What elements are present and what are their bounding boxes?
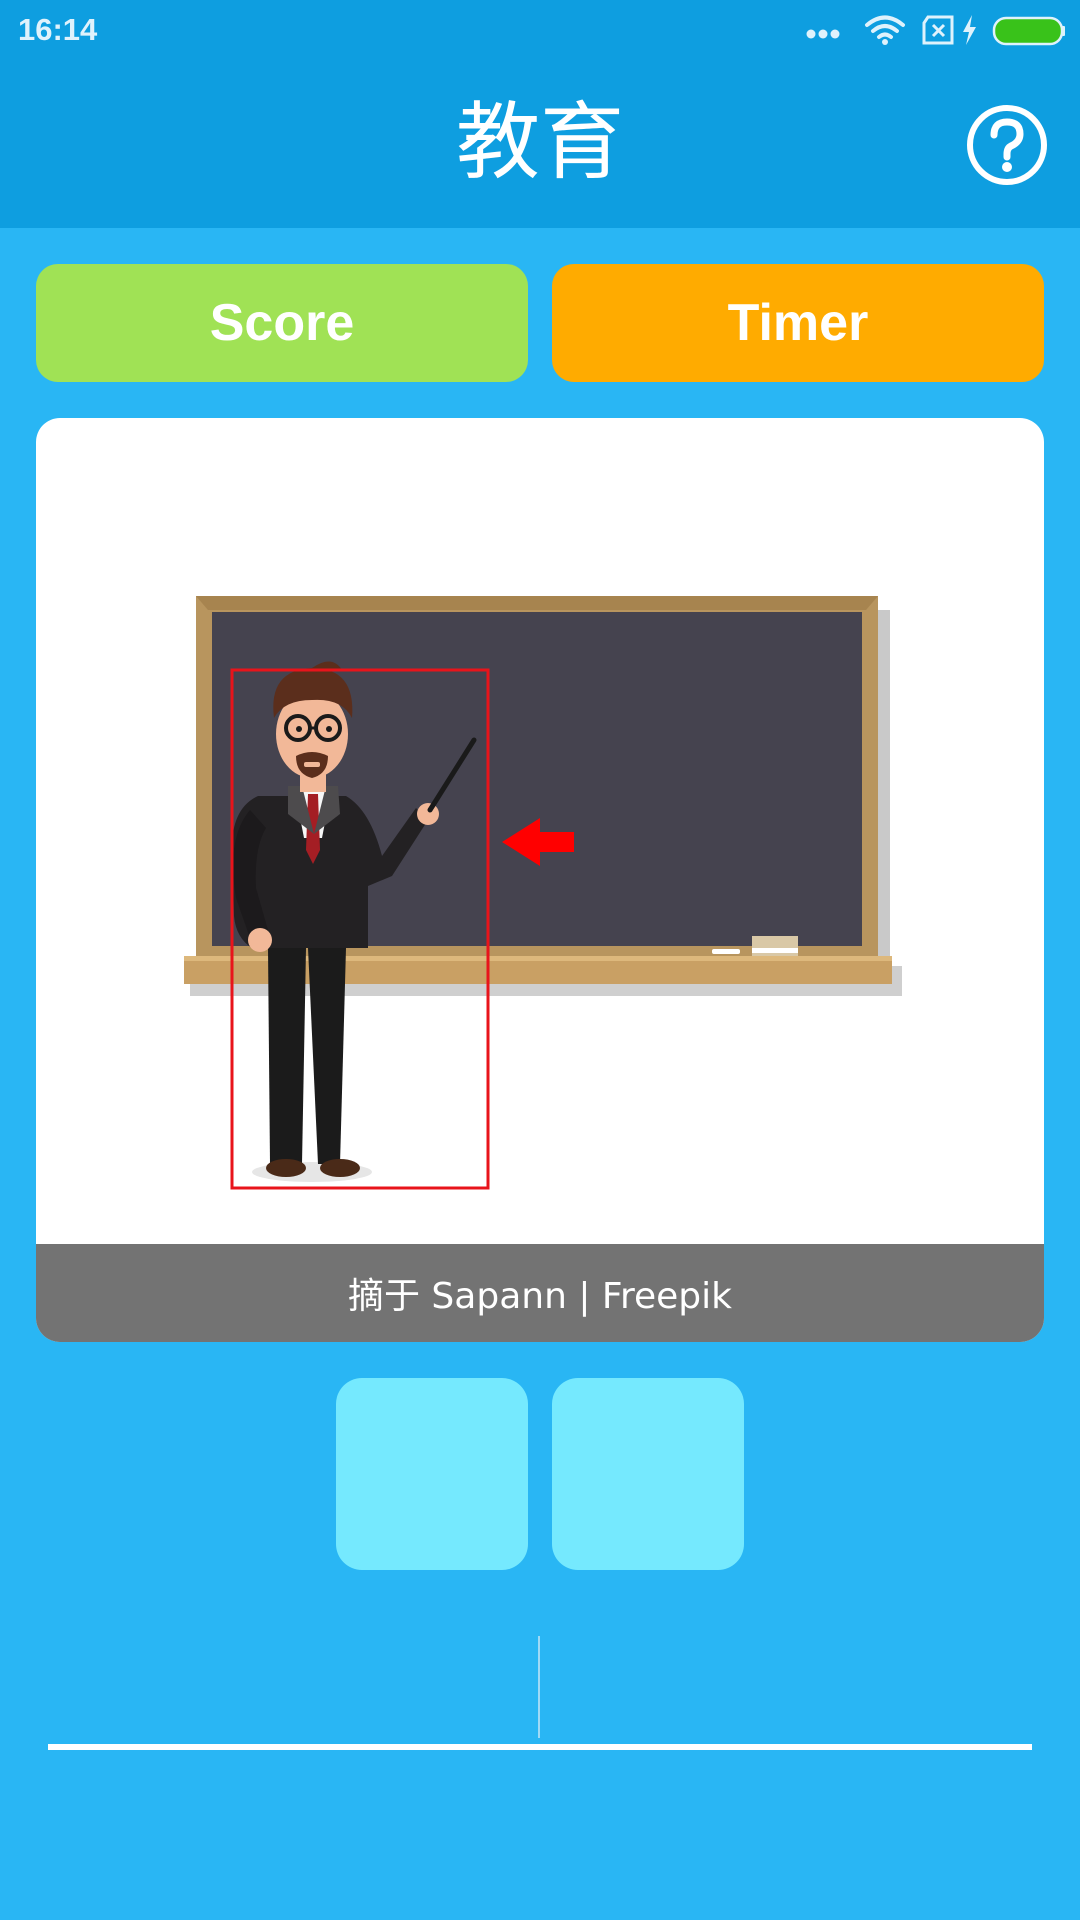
more-dots-icon: [806, 29, 840, 39]
text-cursor: [538, 1636, 540, 1738]
wifi-icon: [865, 15, 905, 45]
page-title: 教育: [455, 93, 624, 191]
timer-button[interactable]: Timer: [552, 264, 1044, 382]
teacher-illustration: [184, 596, 902, 1190]
charging-icon: [963, 15, 976, 45]
question-circle-icon: [967, 105, 1047, 185]
no-sim-icon: [922, 15, 954, 45]
battery-icon: [992, 16, 1065, 46]
image-caption: 摘于 Sapann | Freepik: [36, 1244, 1044, 1342]
image-card: 摘于 Sapann | Freepik: [36, 418, 1044, 1342]
help-button[interactable]: [966, 104, 1048, 186]
answer-tile-1[interactable]: [336, 1378, 528, 1570]
answer-input[interactable]: [48, 1630, 1032, 1742]
app-header: 16:14 教育: [0, 0, 1080, 228]
input-underline: [48, 1744, 1032, 1750]
score-button[interactable]: Score: [36, 264, 528, 382]
answer-tile-2[interactable]: [552, 1378, 744, 1570]
status-time: 16:14: [18, 12, 98, 47]
